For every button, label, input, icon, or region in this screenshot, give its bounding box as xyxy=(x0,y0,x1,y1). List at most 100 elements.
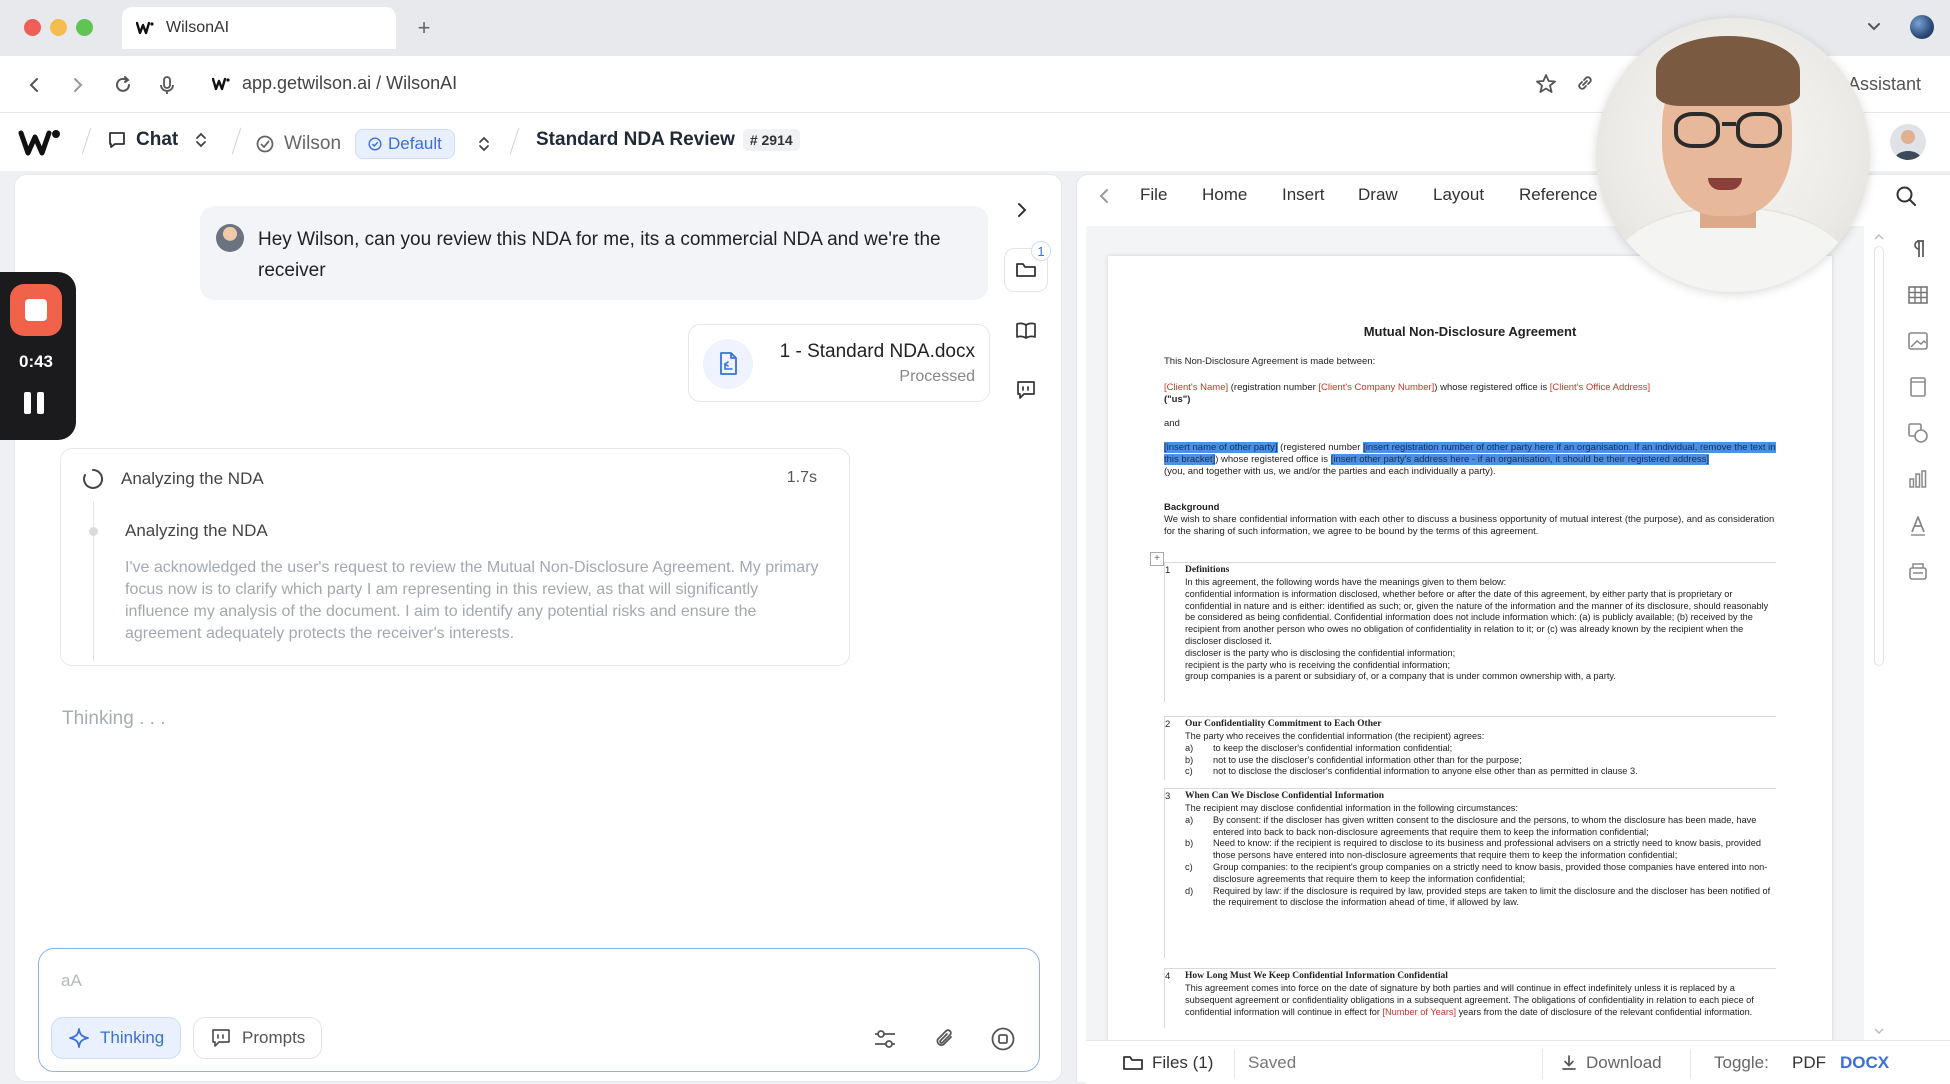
files-count-badge: 1 xyxy=(1031,241,1051,261)
close-window-button[interactable] xyxy=(24,19,41,36)
webcam-presenter-video xyxy=(1596,18,1870,292)
url-field[interactable]: app.getwilson.ai / WilsonAI xyxy=(212,73,457,94)
link-icon[interactable] xyxy=(1574,72,1596,94)
browser-tab[interactable]: WilsonAI xyxy=(122,7,396,49)
book-icon[interactable] xyxy=(1004,308,1048,352)
chevron-left-icon[interactable] xyxy=(1094,186,1114,206)
agent-label: Wilson xyxy=(284,133,342,154)
document-title-group: Standard NDA Review # 2914 xyxy=(536,129,800,151)
wilson-brand-logo[interactable] xyxy=(18,125,62,159)
toggle-pdf[interactable]: PDF xyxy=(1792,1053,1826,1073)
chat-bubble-icon xyxy=(106,129,128,151)
mode-label: Default xyxy=(388,134,442,153)
analysis-header[interactable]: Analyzing the NDA xyxy=(81,467,264,491)
table-icon[interactable] xyxy=(1896,272,1940,318)
maximize-window-button[interactable] xyxy=(76,19,93,36)
shapes-icon[interactable] xyxy=(1896,410,1940,456)
thinking-status: Thinking . . . xyxy=(62,708,166,729)
chevron-down-icon[interactable] xyxy=(1864,16,1884,36)
paragraph-icon[interactable] xyxy=(1896,226,1940,272)
download-label: Download xyxy=(1586,1053,1662,1072)
image-icon[interactable] xyxy=(1896,318,1940,364)
ribbon-tab-draw[interactable]: Draw xyxy=(1358,185,1398,205)
composer-placeholder[interactable]: aA xyxy=(61,971,82,991)
chart-icon[interactable] xyxy=(1896,456,1940,502)
text-art-icon[interactable] xyxy=(1896,502,1940,548)
user-avatar[interactable] xyxy=(1890,124,1926,160)
profile-globe-icon[interactable] xyxy=(1910,15,1934,39)
document-scrollbar[interactable] xyxy=(1870,228,1888,1042)
doc-section-2: 2 Our Confidentiality Commitment to Each… xyxy=(1164,716,1776,780)
download-button[interactable]: Download xyxy=(1560,1053,1662,1073)
document-title: Standard NDA Review xyxy=(536,129,735,150)
prompts-label: Prompts xyxy=(242,1028,306,1047)
sparkle-icon xyxy=(68,1027,90,1049)
thinking-toggle-button[interactable]: Thinking xyxy=(51,1017,182,1059)
back-icon[interactable] xyxy=(22,72,48,98)
chat-label: Chat xyxy=(136,129,179,150)
pause-icon[interactable] xyxy=(24,392,44,414)
url-text: app.getwilson.ai / WilsonAI xyxy=(242,73,458,93)
breadcrumb-separator xyxy=(231,127,242,155)
document-file-icon xyxy=(703,339,753,389)
scrollbar-thumb[interactable] xyxy=(1874,246,1884,666)
minimize-window-button[interactable] xyxy=(50,19,67,36)
files-button[interactable]: Files (1) xyxy=(1122,1053,1213,1073)
document-page[interactable]: Mutual Non-Disclosure Agreement This Non… xyxy=(1108,256,1832,1042)
doc-party-us: [Client's Name] (registration number [Cl… xyxy=(1164,382,1651,405)
agent-icon xyxy=(254,133,276,155)
ribbon-tab-layout[interactable]: Layout xyxy=(1433,185,1484,205)
footer-divider xyxy=(1542,1049,1543,1079)
ribbon-tab-reference[interactable]: Reference xyxy=(1519,185,1597,205)
new-tab-button[interactable]: + xyxy=(410,14,438,42)
signature-stamp-icon[interactable] xyxy=(1896,548,1940,594)
doc-background-body: We wish to share confidential informatio… xyxy=(1164,514,1775,537)
chevron-updown-icon xyxy=(194,130,208,150)
ribbon-tab-home[interactable]: Home xyxy=(1202,185,1247,205)
document-canvas[interactable]: Mutual Non-Disclosure Agreement This Non… xyxy=(1086,226,1864,1042)
prompts-button[interactable]: Prompts xyxy=(193,1017,323,1059)
analysis-time: 1.7s xyxy=(786,469,817,486)
bookmark-star-icon[interactable] xyxy=(1534,72,1558,96)
doc-background-heading: Background xyxy=(1164,502,1220,513)
thinking-label: Thinking xyxy=(100,1028,165,1047)
stop-recording-button[interactable] xyxy=(10,284,62,336)
ribbon-tab-file[interactable]: File xyxy=(1140,185,1167,205)
document-footer: Files (1) Saved Download Toggle: PDF DOC… xyxy=(1086,1040,1950,1084)
ribbon-tab-insert[interactable]: Insert xyxy=(1282,185,1325,205)
forward-icon[interactable] xyxy=(64,72,90,98)
mode-badge[interactable]: Default xyxy=(355,129,455,159)
document-number-badge: # 2914 xyxy=(742,129,800,151)
analysis-title: Analyzing the NDA xyxy=(121,469,264,488)
footer-divider xyxy=(1234,1049,1235,1079)
settings-sliders-icon[interactable] xyxy=(871,1025,899,1053)
quote-comment-icon[interactable] xyxy=(1004,368,1048,412)
user-message-text: Hey Wilson, can you review this NDA for … xyxy=(258,229,941,281)
paperclip-icon[interactable] xyxy=(931,1025,959,1053)
agent-selector[interactable]: Wilson Default xyxy=(254,129,491,159)
attached-file-card[interactable]: 1 - Standard NDA.docx Processed xyxy=(688,324,990,402)
files-folder-button[interactable]: 1 xyxy=(1004,241,1051,292)
table-move-handle-icon[interactable]: + xyxy=(1150,552,1164,566)
search-icon[interactable] xyxy=(1894,184,1918,208)
analysis-step-body: I've acknowledged the user's request to … xyxy=(125,559,819,642)
header-footer-icon[interactable] xyxy=(1896,364,1940,410)
folder-icon xyxy=(1122,1053,1144,1073)
doc-and: and xyxy=(1164,418,1180,429)
collapse-panel-chevron-icon[interactable] xyxy=(1012,200,1032,220)
toggle-docx[interactable]: DOCX xyxy=(1840,1053,1889,1073)
user-message-avatar xyxy=(216,224,244,252)
toggle-label: Toggle: xyxy=(1714,1053,1769,1072)
doc-section-3: 3 When Can We Disclose Confidential Info… xyxy=(1164,788,1776,958)
footer-divider xyxy=(1690,1049,1691,1079)
tab-title: WilsonAI xyxy=(166,19,230,36)
analysis-step-title: Analyzing the NDA xyxy=(125,521,268,540)
doc-party-you: [insert name of other party] (registered… xyxy=(1164,442,1776,477)
microphone-icon[interactable] xyxy=(154,72,180,98)
reload-icon[interactable] xyxy=(110,72,136,98)
message-composer[interactable]: aA Thinking Prompts xyxy=(38,948,1040,1072)
chat-selector[interactable]: Chat xyxy=(106,129,208,151)
doc-section-1: 1 Definitions In this agreement, the fol… xyxy=(1164,562,1776,702)
stop-generation-icon[interactable] xyxy=(989,1025,1017,1053)
assistant-label[interactable]: Assistant xyxy=(1848,74,1921,95)
